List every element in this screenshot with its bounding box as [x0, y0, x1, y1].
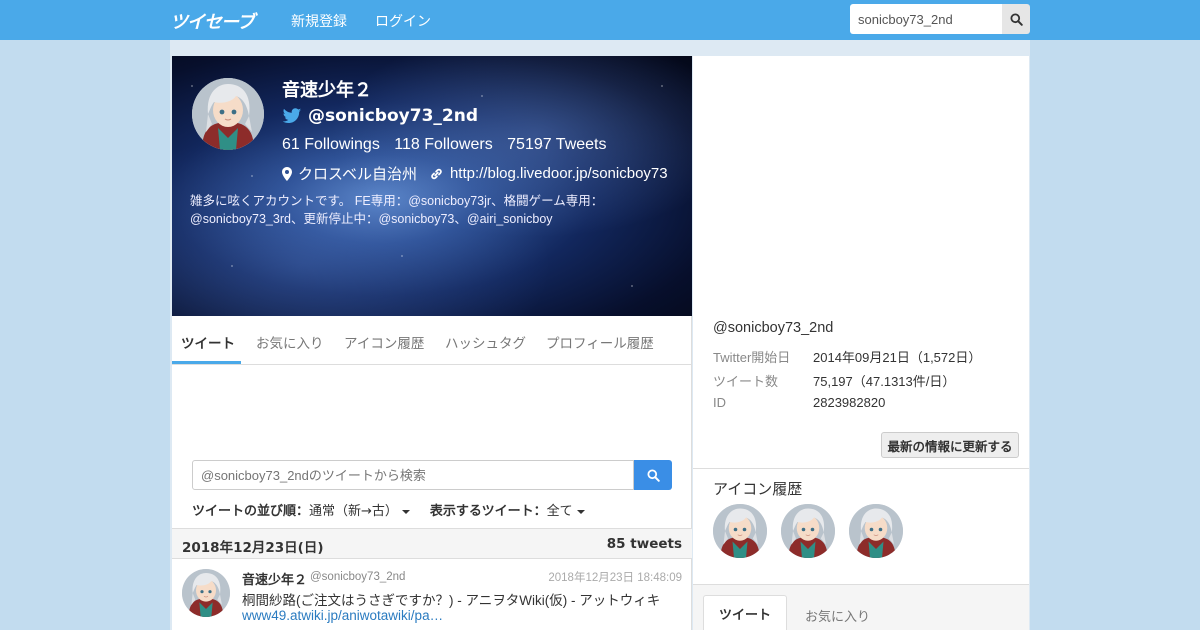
sidebar-tabs: ツイート お気に入り	[693, 584, 1029, 630]
sort-order-dropdown[interactable]: ツイートの並び順：通常（新→古）	[192, 500, 410, 519]
profile-banner: 音速少年２ @sonicboy73_2nd 61 Followings 118 …	[172, 56, 692, 316]
followers-count[interactable]: 118 Followers	[394, 136, 492, 153]
timeline-column: 音速少年２ @sonicboy73_2nd 61 Followings 118 …	[172, 56, 692, 630]
tab-profile-history[interactable]: プロフィール履歴	[546, 332, 654, 352]
icon-history-item[interactable]	[713, 504, 767, 558]
profile-stats: 61 Followings 118 Followers 75197 Tweets	[282, 136, 617, 154]
chevron-down-icon	[401, 509, 410, 514]
profile-avatar[interactable]	[192, 78, 264, 150]
tweet-count-label: 85 tweets	[606, 536, 682, 552]
sidebar-row-value: 2823982820	[813, 395, 886, 410]
date-header: 2018年12月23日(日) 85 tweets	[172, 528, 692, 559]
tweet-timestamp[interactable]: 2018年12月23日 18:48:09	[548, 569, 682, 585]
profile-location-row: クロスベル自治州 http://blog.livedoor.jp/sonicbo…	[282, 163, 668, 184]
main-container: 音速少年２ @sonicboy73_2nd 61 Followings 118 …	[170, 40, 1030, 630]
sidebar-row-key: Twitter開始日	[713, 350, 791, 365]
tab-hashtags[interactable]: ハッシュタグ	[445, 332, 526, 352]
link-icon	[431, 168, 442, 179]
site-logo[interactable]: ツイセーブ	[170, 8, 255, 34]
icon-history-title: アイコン履歴	[713, 480, 803, 498]
sidebar-handle: @sonicboy73_2nd	[713, 320, 834, 336]
sidebar-row-value: 75,197（47.1313件/日）	[813, 374, 956, 389]
profile-sidebar: @sonicboy73_2nd Twitter開始日 2014年09月21日（1,…	[693, 56, 1029, 630]
tweet-avatar[interactable]	[182, 569, 230, 617]
chevron-down-icon	[576, 509, 585, 514]
tweets-count[interactable]: 75197 Tweets	[507, 136, 606, 153]
tweet-link[interactable]: www49.atwiki.jp/aniwotawiki/pa…	[242, 608, 443, 623]
tweet-item: 音速少年２ @sonicboy73_2nd 2018年12月23日 18:48:…	[172, 559, 692, 630]
profile-handle-row: @sonicboy73_2nd	[282, 106, 478, 126]
top-navbar: ツイセーブ 新規登録 ログイン	[0, 0, 1200, 40]
header-search	[850, 4, 1030, 34]
icon-history-list	[713, 504, 903, 558]
sidebar-row-id: ID 2823982820	[713, 395, 885, 410]
sort-controls: ツイートの並び順：通常（新→古） 表示するツイート：全て	[192, 500, 585, 519]
tweet-author-name: 音速少年２	[242, 573, 308, 588]
tab-tweets[interactable]: ツイート	[181, 332, 235, 352]
header-search-input[interactable]	[850, 4, 1002, 34]
tab-favorites[interactable]: お気に入り	[256, 332, 324, 352]
sidebar-row-tweet-count: ツイート数 75,197（47.1313件/日）	[713, 371, 955, 390]
sidebar-row-key: ツイート数	[713, 374, 779, 389]
twitter-bird-icon	[282, 107, 302, 123]
tab-icon-history[interactable]: アイコン履歴	[344, 332, 424, 352]
divider	[693, 468, 1029, 469]
tweet-search-input[interactable]	[192, 460, 634, 490]
header-search-button[interactable]	[1002, 4, 1030, 34]
profile-handle: @sonicboy73_2nd	[308, 106, 478, 126]
tweet-filter-value: 全て	[546, 504, 573, 519]
sort-order-value: 通常（新→古）	[309, 504, 398, 519]
login-link[interactable]: ログイン	[375, 11, 431, 31]
profile-tabs: ツイート お気に入り アイコン履歴 ハッシュタグ プロフィール履歴	[172, 316, 692, 365]
profile-url[interactable]: http://blog.livedoor.jp/sonicboy73	[450, 165, 668, 182]
sidebar-row-key: ID	[713, 395, 726, 410]
register-link[interactable]: 新規登録	[291, 11, 347, 31]
followings-count[interactable]: 61 Followings	[282, 136, 380, 153]
profile-bio: 雑多に呟くアカウントです。 FE専用：@sonicboy73jr、格闘ゲーム専用…	[190, 194, 604, 226]
search-icon	[646, 468, 660, 482]
sidebar-row-start-date: Twitter開始日 2014年09月21日（1,572日）	[713, 347, 981, 366]
tweet-filter-dropdown[interactable]: 表示するツイート：全て	[430, 500, 585, 519]
sidebar-tab-favorites[interactable]: お気に入り	[805, 606, 870, 625]
date-label: 2018年12月23日(日)	[182, 540, 324, 556]
location-pin-icon	[282, 166, 292, 181]
sort-order-label: ツイートの並び順：	[192, 504, 310, 519]
sidebar-row-value: 2014年09月21日（1,572日）	[813, 350, 982, 365]
search-icon	[1009, 12, 1023, 26]
icon-history-item[interactable]	[781, 504, 835, 558]
icon-history-item[interactable]	[849, 504, 903, 558]
tweet-search-button[interactable]	[634, 460, 672, 490]
sidebar-tab-tweets[interactable]: ツイート	[703, 595, 787, 630]
refresh-button[interactable]: 最新の情報に更新する	[881, 432, 1019, 458]
tweet-text: 桐間紗路(ご注文はうさぎですか？) - アニヲタWiki(仮) - アットウィキ	[242, 593, 661, 608]
tweet-filter-label: 表示するツイート：	[429, 504, 547, 519]
tweet-search	[192, 460, 672, 490]
tweet-author-handle: @sonicboy73_2nd	[310, 571, 406, 583]
profile-name: 音速少年２	[282, 80, 372, 101]
active-tab-indicator	[172, 361, 241, 364]
profile-location: クロスベル自治州	[298, 166, 417, 183]
